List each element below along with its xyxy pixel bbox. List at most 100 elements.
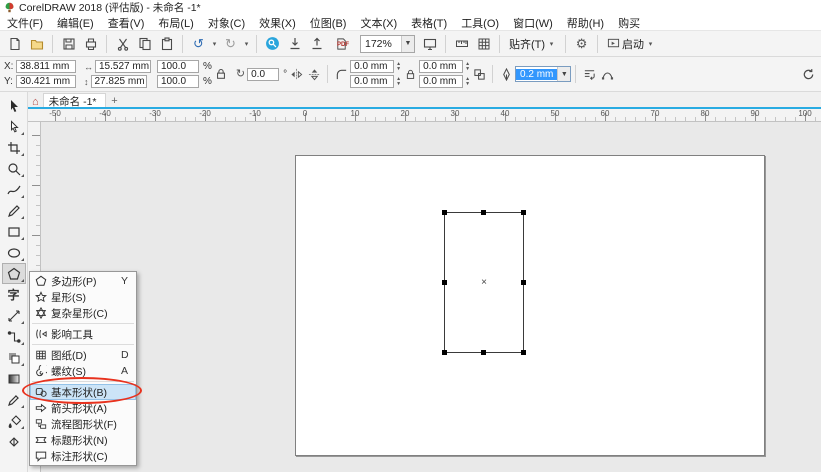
flyout-item-flowchart-shapes[interactable]: 流程图形状(F) — [30, 416, 136, 432]
menu-item-tools[interactable]: 工具(O) — [454, 14, 506, 32]
freehand-tool[interactable] — [2, 179, 26, 200]
dimension-tool[interactable] — [2, 305, 26, 326]
menu-item-buy[interactable]: 购买 — [611, 14, 647, 32]
object-height-field[interactable]: 27.825 mm — [91, 75, 147, 88]
corner-radius-field-2[interactable]: 0.0 mm — [350, 75, 394, 88]
options-button[interactable]: ⚙ — [571, 33, 592, 54]
artistic-media-tool[interactable] — [2, 200, 26, 221]
import-button[interactable] — [284, 33, 305, 54]
shape-tool[interactable] — [2, 116, 26, 137]
wrap-paragraph-text-button[interactable] — [580, 65, 598, 83]
copy-button[interactable] — [134, 33, 155, 54]
crop-tool[interactable] — [2, 137, 26, 158]
redo-button[interactable]: ↻ — [220, 33, 241, 54]
selection-handle-bottom-left[interactable] — [442, 350, 447, 355]
new-document-button[interactable] — [4, 33, 25, 54]
ellipse-tool[interactable] — [2, 242, 26, 263]
menu-item-file[interactable]: 文件(F) — [0, 14, 50, 32]
flyout-item-arrow-shapes[interactable]: 箭头形状(A) — [30, 400, 136, 416]
mirror-vertical-button[interactable] — [305, 65, 323, 83]
launch-dropdown[interactable]: 启动 ▾ — [603, 34, 659, 54]
selection-handle-bottom-right[interactable] — [521, 350, 526, 355]
horizontal-ruler[interactable]: -50 -40 -30 -20 -10 0 10 20 30 40 50 60 … — [28, 109, 821, 122]
connector-tool[interactable] — [2, 326, 26, 347]
selected-rectangle[interactable]: × — [444, 212, 524, 353]
menu-item-table[interactable]: 表格(T) — [404, 14, 454, 32]
rectangle-tool[interactable] — [2, 221, 26, 242]
flyout-item-polygon[interactable]: 多边形(P) Y — [30, 273, 136, 289]
x-position-field[interactable]: 38.811 mm — [16, 60, 76, 73]
selection-handle-top-left[interactable] — [442, 210, 447, 215]
outline-width-combo[interactable]: 0.2 mm ▼ — [515, 66, 571, 82]
flyout-item-basic-shapes[interactable]: 基本形状(B) — [30, 384, 136, 400]
flyout-item-star[interactable]: 星形(S) — [30, 289, 136, 305]
canvas-area[interactable]: × — [41, 122, 821, 472]
flyout-item-banner-shapes[interactable]: 标题形状(N) — [30, 432, 136, 448]
interactive-fill-tool[interactable] — [2, 410, 26, 431]
fullscreen-preview-button[interactable] — [419, 33, 440, 54]
flyout-item-complex-star[interactable]: 复杂星形(C) — [30, 305, 136, 321]
open-button[interactable] — [26, 33, 47, 54]
flyout-item-callout-shapes[interactable]: 标注形状(C) — [30, 448, 136, 464]
text-tool[interactable]: 字 — [2, 284, 26, 305]
print-button[interactable] — [80, 33, 101, 54]
selection-handle-top-right[interactable] — [521, 210, 526, 215]
lock-ratio-button[interactable] — [212, 65, 230, 83]
corner-radius-field-1[interactable]: 0.0 mm — [350, 60, 394, 73]
new-document-tab-button[interactable]: + — [106, 93, 124, 108]
corner-radius-field-3[interactable]: 0.0 mm — [419, 60, 463, 73]
show-grid-button[interactable] — [473, 33, 494, 54]
refresh-button[interactable] — [799, 65, 817, 83]
rotation-angle-field[interactable]: 0.0 — [247, 68, 279, 81]
menu-item-object[interactable]: 对象(C) — [201, 14, 252, 32]
selection-handle-bottom-middle[interactable] — [481, 350, 486, 355]
transparency-tool[interactable] — [2, 368, 26, 389]
outline-width-caret[interactable]: ▼ — [557, 67, 570, 81]
y-position-field[interactable]: 30.421 mm — [16, 75, 76, 88]
menu-item-bitmaps[interactable]: 位图(B) — [303, 14, 354, 32]
polygon-tool[interactable] — [2, 263, 26, 284]
search-content-button[interactable] — [262, 33, 283, 54]
menu-item-layout[interactable]: 布局(L) — [151, 14, 200, 32]
menu-item-effects[interactable]: 效果(X) — [252, 14, 303, 32]
export-button[interactable] — [306, 33, 327, 54]
selection-handle-middle-right[interactable] — [521, 280, 526, 285]
menu-item-text[interactable]: 文本(X) — [353, 14, 404, 32]
relative-corner-scaling-button[interactable] — [470, 65, 488, 83]
zoom-level-combo[interactable]: 172% ▼ — [360, 35, 415, 53]
edit-corners-together-button[interactable] — [401, 65, 419, 83]
object-center-marker[interactable]: × — [481, 276, 487, 287]
publish-pdf-button[interactable]: PDF — [328, 33, 356, 54]
flyout-item-spiral[interactable]: 螺纹(S) A — [30, 363, 136, 379]
scale-y-field[interactable]: 100.0 — [157, 75, 199, 88]
menu-item-edit[interactable]: 编辑(E) — [50, 14, 101, 32]
paste-button[interactable] — [156, 33, 177, 54]
redo-dropdown-caret[interactable]: ▾ — [242, 40, 251, 48]
menu-item-view[interactable]: 查看(V) — [101, 14, 152, 32]
undo-button[interactable]: ↺ — [188, 33, 209, 54]
convert-to-curves-button[interactable] — [598, 65, 616, 83]
selection-handle-top-middle[interactable] — [481, 210, 486, 215]
show-rulers-button[interactable] — [451, 33, 472, 54]
object-width-field[interactable]: 15.527 mm — [95, 60, 151, 73]
zoom-tool[interactable] — [2, 158, 26, 179]
cut-button[interactable] — [112, 33, 133, 54]
flyout-item-graph-paper[interactable]: 图纸(D) D — [30, 347, 136, 363]
save-button[interactable] — [58, 33, 79, 54]
snap-to-dropdown[interactable]: 贴齐(T) ▾ — [505, 34, 560, 54]
smart-fill-tool[interactable] — [2, 431, 26, 452]
page[interactable]: × — [295, 155, 765, 456]
mirror-horizontal-button[interactable] — [287, 65, 305, 83]
pick-tool[interactable] — [2, 95, 26, 116]
color-eyedropper-tool[interactable] — [2, 389, 26, 410]
flyout-item-impact[interactable]: 影响工具 — [30, 326, 136, 342]
selection-handle-middle-left[interactable] — [442, 280, 447, 285]
menu-item-window[interactable]: 窗口(W) — [506, 14, 560, 32]
drop-shadow-tool[interactable] — [2, 347, 26, 368]
corner-style-round-button[interactable] — [332, 65, 350, 83]
zoom-dropdown-caret[interactable]: ▼ — [401, 36, 414, 52]
corner-radius-field-4[interactable]: 0.0 mm — [419, 75, 463, 88]
menu-item-help[interactable]: 帮助(H) — [560, 14, 611, 32]
outline-pen-button[interactable] — [497, 65, 515, 83]
document-tab-active[interactable]: 未命名 -1* — [43, 93, 106, 108]
